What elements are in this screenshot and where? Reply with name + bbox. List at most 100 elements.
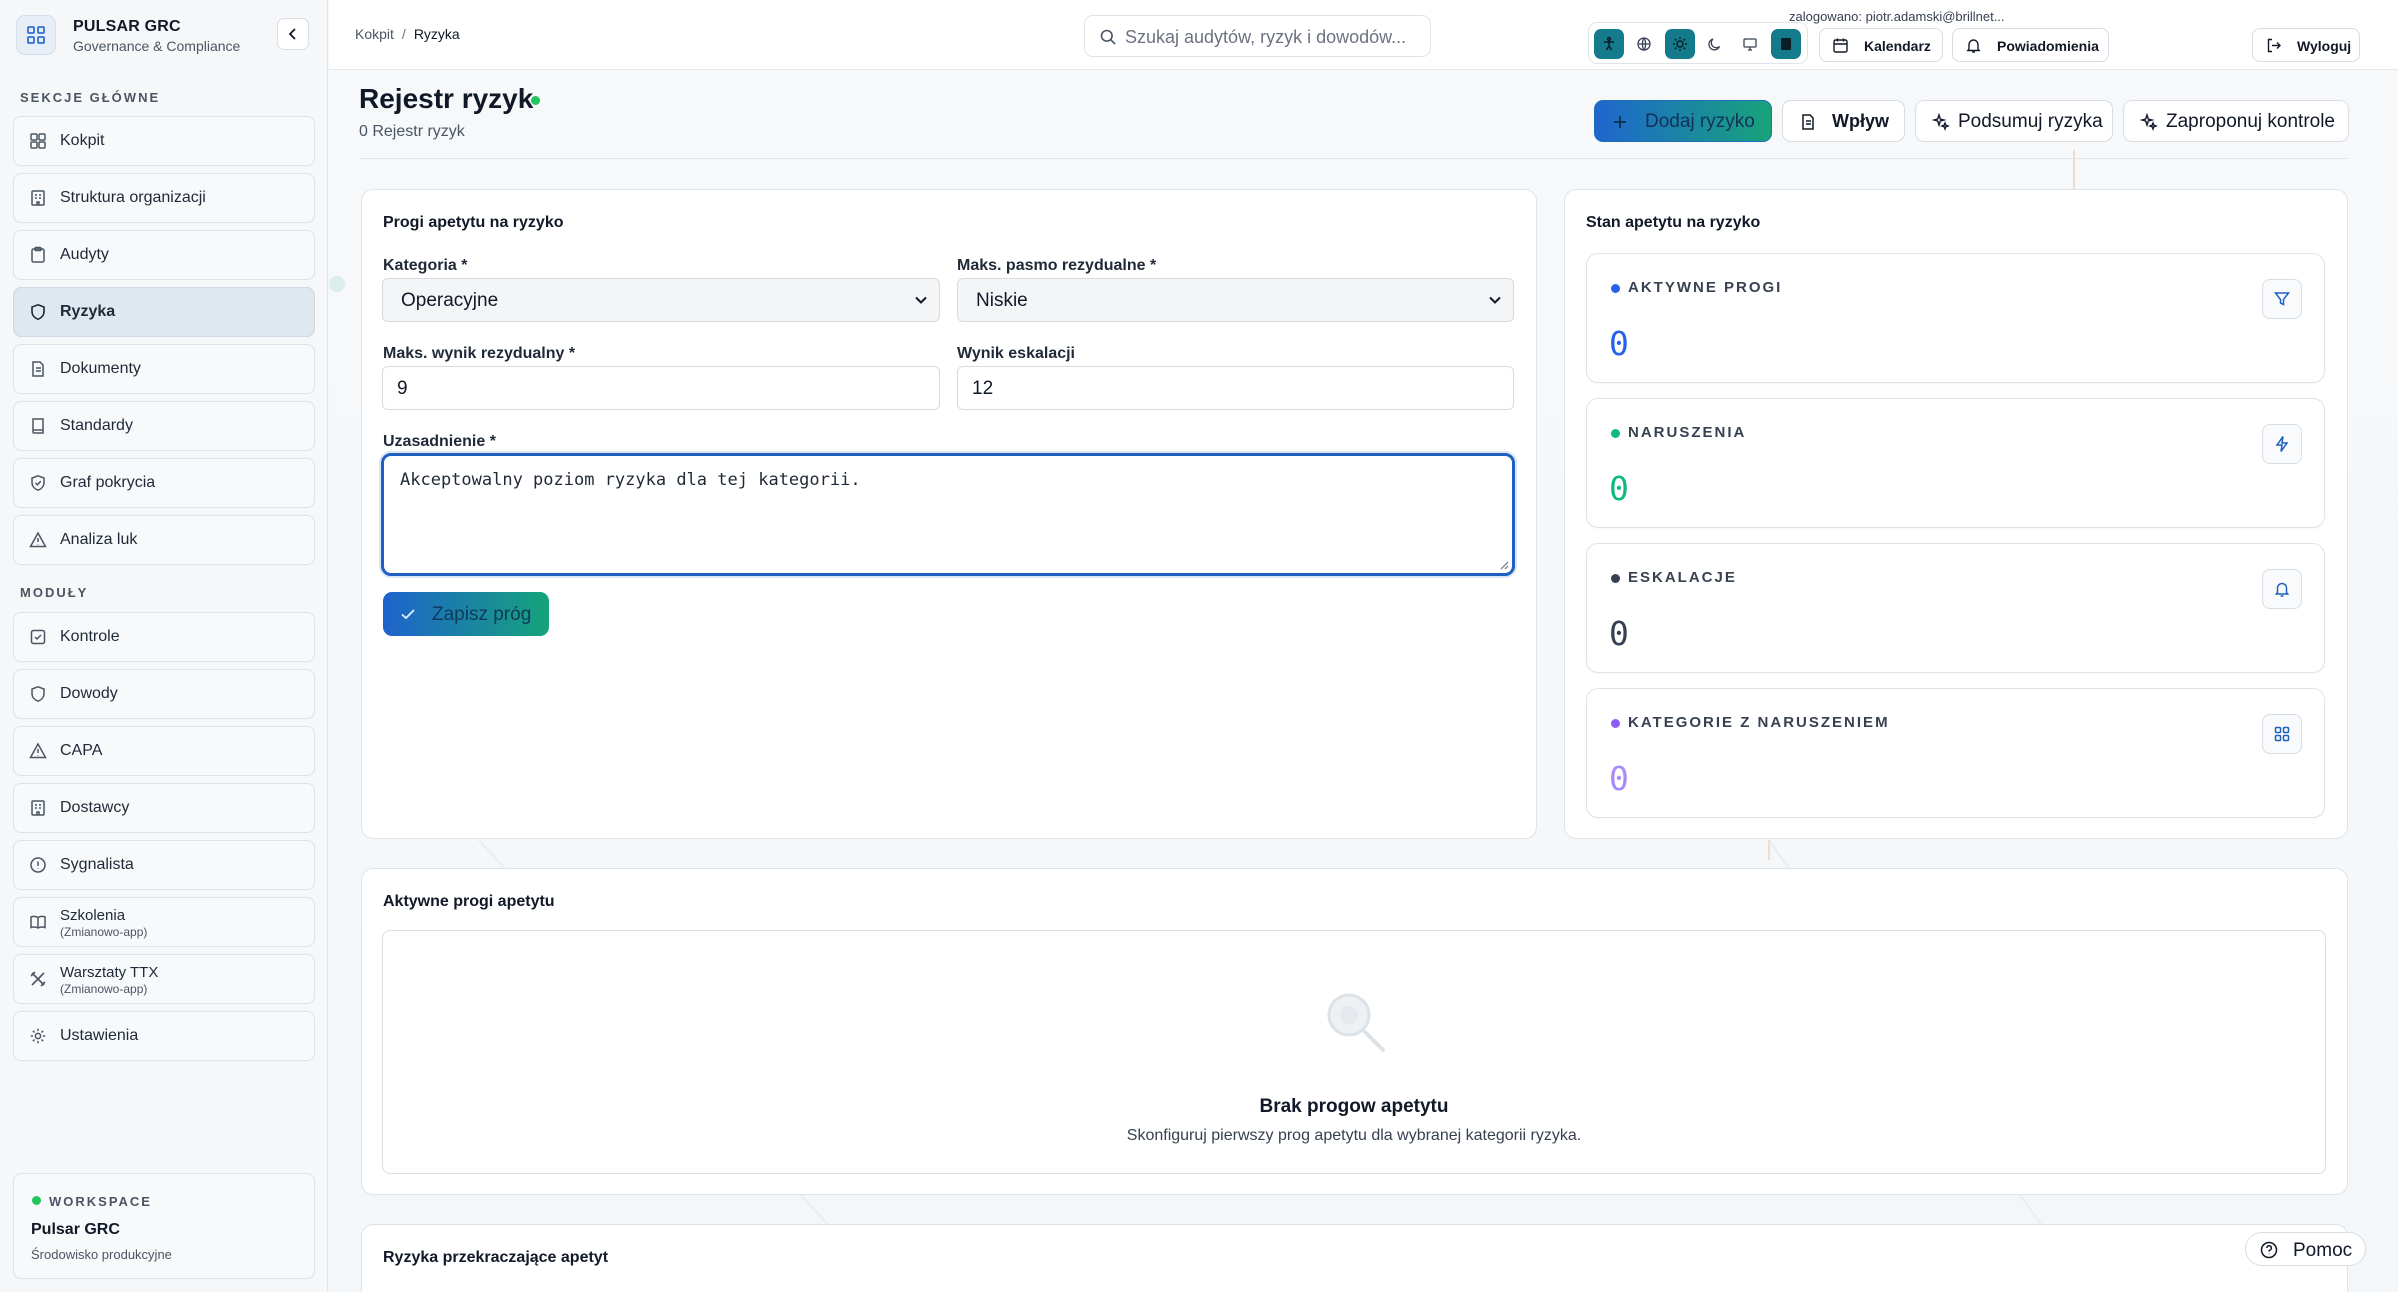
- stat-escalations: ESKALACJE 0: [1586, 543, 2325, 673]
- sidebar-item-capa[interactable]: CAPA: [13, 726, 315, 776]
- status-dot: [1611, 284, 1620, 293]
- bell-icon: [2274, 582, 2290, 597]
- justification-textarea[interactable]: Akceptowalny poziom ryzyka dla tej kateg…: [381, 453, 1515, 576]
- brand-subtitle: Governance & Compliance: [73, 38, 241, 54]
- impact-button[interactable]: Wpływ: [1782, 100, 1905, 142]
- justification-value: Akceptowalny poziom ryzyka dla tej kateg…: [400, 470, 861, 490]
- sidebar-layout-toggle[interactable]: [1771, 29, 1801, 59]
- page-subtitle: 0 Rejestr ryzyk: [359, 123, 465, 140]
- sidebar-item-sygnalista[interactable]: Sygnalista: [13, 840, 315, 890]
- accessibility-toggle[interactable]: [1594, 29, 1624, 59]
- save-threshold-button[interactable]: Zapisz próg: [383, 592, 549, 636]
- notifications-button[interactable]: Powiadomienia: [1952, 28, 2109, 62]
- moon-icon: [1708, 38, 1721, 51]
- sparkle-icon: [1932, 113, 1950, 131]
- sidebar-item-dowody[interactable]: Dowody: [13, 669, 315, 719]
- sidebar-item-ustawienia[interactable]: Ustawienia: [13, 1011, 315, 1061]
- grid-icon: [2274, 726, 2290, 742]
- open-book-icon: [30, 915, 46, 929]
- info-circle-icon: [30, 857, 46, 873]
- check-icon: [401, 609, 415, 620]
- sidebar-item-ryzyka[interactable]: Ryzyka: [13, 287, 315, 337]
- escalation-value: 12: [972, 378, 994, 399]
- sidebar-item-label: Kokpit: [60, 132, 105, 149]
- status-dot: [1611, 429, 1620, 438]
- filter-button[interactable]: [2262, 279, 2302, 319]
- language-toggle[interactable]: [1629, 29, 1659, 59]
- system-theme-toggle[interactable]: [1735, 29, 1765, 59]
- sidebar-item-warsztaty-ttx[interactable]: Warsztaty TTX (Zmianowo-app): [13, 954, 315, 1004]
- add-risk-button[interactable]: Dodaj ryzyko: [1594, 100, 1772, 142]
- sidebar-item-sublabel: (Zmianowo-app): [60, 982, 148, 996]
- layout-icon: [1781, 38, 1791, 50]
- breadcrumb: Kokpit / Ryzyka: [355, 26, 460, 42]
- search-empty-icon: [1327, 993, 1385, 1052]
- status-dot: [531, 96, 540, 105]
- sidebar-item-label: Warsztaty TTX: [60, 964, 159, 981]
- form-title: Progi apetytu na ryzyko: [383, 214, 564, 231]
- impact-label: Wpływ: [1832, 111, 1889, 131]
- sidebar-item-audyty[interactable]: Audyty: [13, 230, 315, 280]
- sidebar-item-standardy[interactable]: Standardy: [13, 401, 315, 451]
- propose-controls-button[interactable]: Zaproponuj kontrole: [2123, 100, 2349, 142]
- search-input[interactable]: [1125, 24, 1425, 50]
- shield-check-icon: [31, 475, 45, 491]
- violations-button[interactable]: [2262, 424, 2302, 464]
- gear-icon: [30, 1028, 46, 1044]
- sidebar: PULSAR GRC Governance & Compliance SEKCJ…: [0, 0, 328, 1292]
- escalation-score-input[interactable]: 12: [957, 366, 1514, 410]
- breadcrumb-kokpit[interactable]: Kokpit: [355, 26, 394, 42]
- monitor-icon: [1743, 38, 1757, 51]
- shield-icon: [31, 303, 45, 321]
- sidebar-item-dostawcy[interactable]: Dostawcy: [13, 783, 315, 833]
- sidebar-item-dokumenty[interactable]: Dokumenty: [13, 344, 315, 394]
- max-residual-score-input[interactable]: 9: [382, 366, 940, 410]
- summarize-risks-button[interactable]: Podsumuj ryzyka: [1915, 100, 2113, 142]
- warning-triangle-icon: [29, 531, 47, 548]
- max-score-label: Maks. wynik rezydualny *: [383, 345, 576, 362]
- quick-toolbar: [1588, 22, 1808, 64]
- collapse-sidebar-button[interactable]: [277, 18, 309, 50]
- sidebar-item-szkolenia[interactable]: Szkolenia (Zmianowo-app): [13, 897, 315, 947]
- grid-logo-icon: [16, 15, 56, 55]
- stat-label: KATEGORIE Z NARUSZENIEM: [1628, 714, 1890, 731]
- sidebar-item-kokpit[interactable]: Kokpit: [13, 116, 315, 166]
- chevron-down-icon: [1489, 296, 1501, 304]
- residual-band-select[interactable]: Niskie: [957, 278, 1514, 322]
- tools-icon: [30, 971, 46, 987]
- escalation-label: Wynik eskalacji: [957, 345, 1075, 362]
- section-main-label: SEKCJE GŁÓWNE: [20, 90, 161, 105]
- stat-value: 0: [1609, 759, 1629, 798]
- dark-theme-toggle[interactable]: [1700, 29, 1730, 59]
- sidebar-item-label: Dokumenty: [60, 360, 141, 377]
- brand: PULSAR GRC Governance & Compliance: [14, 12, 314, 56]
- dashboard-icon: [30, 133, 46, 149]
- category-select[interactable]: Operacyjne: [382, 278, 940, 322]
- exceeding-risks-title: Ryzyka przekraczające apetyt: [383, 1249, 609, 1266]
- workspace-label: WORKSPACE: [49, 1194, 152, 1209]
- header-divider: [359, 158, 2349, 159]
- resize-grip-icon[interactable]: [1497, 558, 1509, 570]
- sidebar-item-analiza-luk[interactable]: Analiza luk: [13, 515, 315, 565]
- workspace-name: Pulsar GRC: [31, 1221, 120, 1238]
- globe-icon: [1637, 37, 1651, 51]
- accessibility-icon: [1604, 36, 1614, 51]
- logged-in-user: zalogowano: piotr.adamski@brillnet...: [1789, 9, 2005, 24]
- help-button[interactable]: Pomoc: [2245, 1232, 2366, 1266]
- categories-button[interactable]: [2262, 714, 2302, 754]
- sun-icon: [1673, 37, 1687, 51]
- status-dot: [1611, 719, 1620, 728]
- status-title: Stan apetytu na ryzyko: [1586, 214, 1761, 231]
- search-box[interactable]: [1084, 15, 1431, 57]
- band-label: Maks. pasmo rezydualne *: [957, 257, 1157, 274]
- sidebar-item-kontrole[interactable]: Kontrole: [13, 612, 315, 662]
- building-icon: [31, 190, 45, 206]
- sidebar-item-graf-pokrycia[interactable]: Graf pokrycia: [13, 458, 315, 508]
- stat-label: NARUSZENIA: [1628, 424, 1747, 441]
- calendar-button[interactable]: Kalendarz: [1819, 28, 1943, 62]
- stat-value: 0: [1609, 614, 1629, 653]
- logout-button[interactable]: Wyloguj: [2252, 28, 2360, 62]
- escalations-button[interactable]: [2262, 569, 2302, 609]
- light-theme-toggle[interactable]: [1665, 29, 1695, 59]
- sidebar-item-struktura[interactable]: Struktura organizacji: [13, 173, 315, 223]
